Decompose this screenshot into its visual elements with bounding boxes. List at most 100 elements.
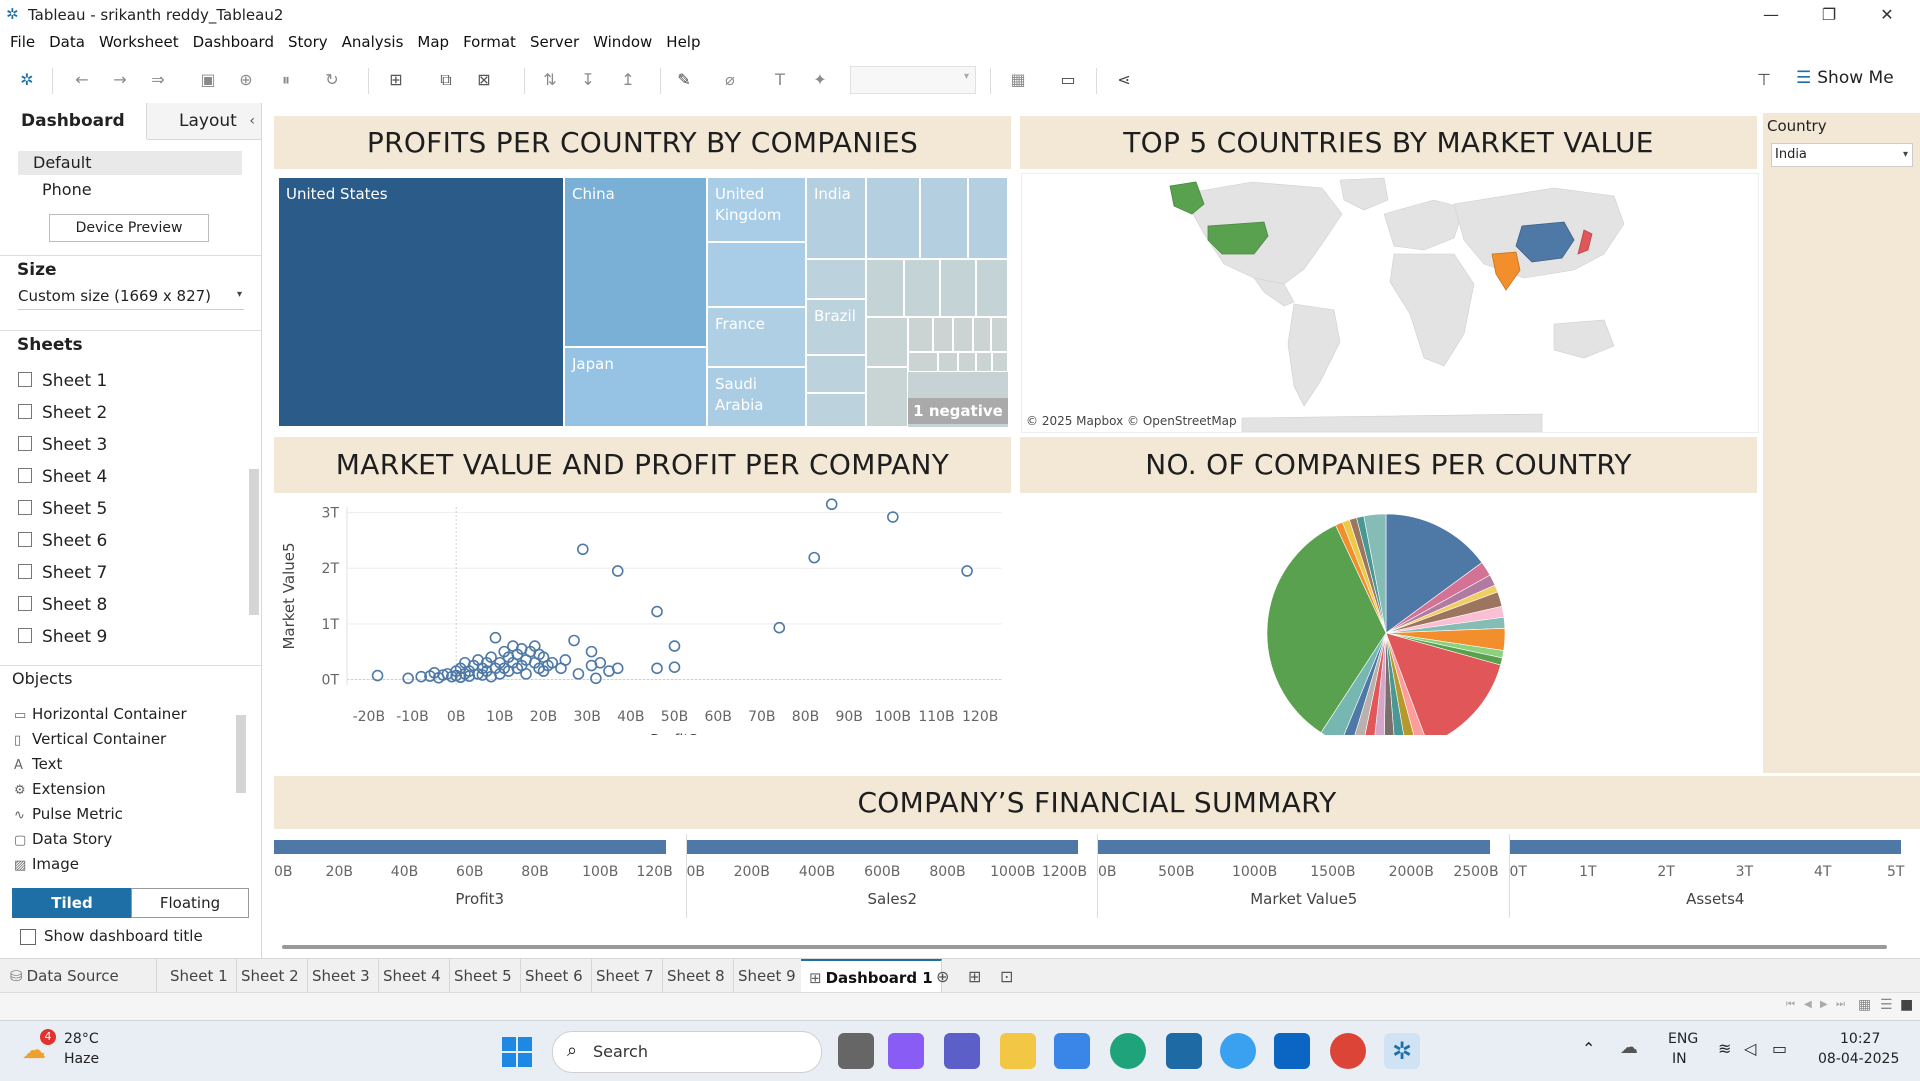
scatter-point[interactable] [560, 655, 570, 665]
tab-data-source[interactable]: ⛁Data Source [0, 959, 157, 993]
size-dropdown[interactable]: Custom size (1669 x 827)▾ [18, 287, 244, 310]
grid-view-icon[interactable]: ▦ [1858, 997, 1871, 1013]
task-view-icon[interactable] [838, 1033, 874, 1069]
menu-data[interactable]: Data [42, 29, 92, 56]
labels-icon[interactable]: T [770, 70, 790, 90]
treemap-cell[interactable] [806, 259, 866, 299]
scatter-point[interactable] [613, 566, 623, 576]
device-phone[interactable]: Phone [42, 180, 92, 199]
sheet-nav-first-icon[interactable]: ⏮ [1786, 999, 1795, 1010]
treemap-cell[interactable] [866, 259, 904, 317]
tab-sheet-6[interactable]: Sheet 6 [517, 959, 592, 993]
object-pulse-metric[interactable]: ∿Pulse Metric [14, 805, 123, 830]
store-icon[interactable] [1054, 1033, 1090, 1069]
object-data-story[interactable]: ▢Data Story [14, 830, 112, 855]
summary-bar[interactable] [1510, 840, 1902, 854]
menu-server[interactable]: Server [523, 29, 586, 56]
treemap-cell[interactable] [976, 352, 992, 372]
collapse-icon[interactable]: ‹ [249, 103, 255, 139]
treemap-cell[interactable] [866, 177, 920, 259]
linkedin-icon[interactable] [1274, 1033, 1310, 1069]
new-story-icon[interactable]: ⊡ [1000, 967, 1013, 986]
sheet-item[interactable]: Sheet 7 [18, 563, 107, 595]
sort-ascending-icon[interactable]: ↧ [578, 70, 598, 90]
device-default[interactable]: Default [18, 151, 242, 175]
objects-scrollbar[interactable] [236, 715, 246, 793]
sheets-scrollbar[interactable] [249, 469, 259, 615]
scatter-point[interactable] [670, 641, 680, 651]
menu-story[interactable]: Story [281, 29, 335, 56]
menu-file[interactable]: File [0, 29, 42, 56]
highlight-icon[interactable]: ✎ [674, 70, 694, 90]
duplicate-sheet-icon[interactable]: ⧉ [436, 70, 456, 90]
sheet-item[interactable]: Sheet 9 [18, 627, 107, 659]
treemap-cell[interactable] [806, 393, 866, 427]
new-datasource-icon[interactable]: ⊕ [236, 70, 256, 90]
tiled-button[interactable]: Tiled [12, 888, 132, 918]
sheet-item[interactable]: Sheet 6 [18, 531, 107, 563]
file-explorer-icon[interactable] [1000, 1033, 1036, 1069]
edge-icon[interactable] [1110, 1033, 1146, 1069]
show-me-button[interactable]: ☰Show Me [1796, 68, 1894, 92]
treemap-cell-china[interactable]: China [564, 177, 707, 347]
scatter-point[interactable] [670, 662, 680, 672]
tab-view-icon[interactable]: ■ [1900, 997, 1913, 1013]
tab-sheet-5[interactable]: Sheet 5 [446, 959, 521, 993]
treemap-cell-uk[interactable]: United Kingdom [707, 177, 806, 242]
treemap-cell[interactable] [953, 317, 973, 352]
canvas-scrollbar[interactable] [282, 945, 1887, 949]
treemap-cell[interactable] [707, 242, 806, 307]
object-text[interactable]: AText [14, 755, 62, 780]
wifi-icon[interactable]: ≋ [1718, 1039, 1731, 1058]
treemap-cell[interactable] [976, 259, 1008, 317]
clear-sheet-icon[interactable]: ⊠ [474, 70, 494, 90]
copilot-icon[interactable] [888, 1033, 924, 1069]
scatter-point[interactable] [888, 512, 898, 522]
object-horizontal-container[interactable]: ▭Horizontal Container [14, 705, 187, 730]
treemap-cell[interactable] [933, 317, 953, 352]
treemap-cell[interactable] [940, 259, 976, 317]
show-cards-icon[interactable]: ▦ [1008, 70, 1028, 90]
treemap-cell-us[interactable]: United States [278, 177, 564, 427]
presentation-icon[interactable]: ▭ [1058, 70, 1078, 90]
battery-icon[interactable]: ▭ [1772, 1039, 1787, 1058]
treemap-negative-badge[interactable]: 1 negative [908, 398, 1008, 424]
group-icon[interactable]: ⌀ [720, 70, 740, 90]
sheet-item[interactable]: Sheet 3 [18, 435, 107, 467]
scatter-point[interactable] [652, 607, 662, 617]
windows-start-icon[interactable] [502, 1037, 532, 1067]
sheet-nav-last-icon[interactable]: ⏭ [1836, 999, 1845, 1010]
sheet-item[interactable]: Sheet 1 [18, 371, 107, 403]
clock-time[interactable]: 10:27 [1840, 1031, 1880, 1047]
show-title-checkbox[interactable] [20, 929, 36, 945]
treemap-cell-france[interactable]: France [707, 307, 806, 367]
menu-analysis[interactable]: Analysis [335, 29, 411, 56]
treemap-cell[interactable] [908, 317, 933, 352]
mysql-icon[interactable] [1166, 1033, 1202, 1069]
tab-sheet-3[interactable]: Sheet 3 [304, 959, 379, 993]
treemap-cell-saudi[interactable]: Saudi Arabia [707, 367, 806, 427]
new-dashboard-icon[interactable]: ⊞ [968, 967, 981, 986]
tableau-home-icon[interactable]: ✲ [17, 70, 37, 90]
fit-dropdown[interactable]: ▾ [850, 66, 976, 94]
tab-sheet-7[interactable]: Sheet 7 [588, 959, 663, 993]
new-worksheet-icon[interactable]: ⊕ [936, 967, 949, 986]
treemap-cell-japan[interactable]: Japan [564, 347, 707, 427]
treemap-cell[interactable] [866, 317, 908, 367]
tab-dashboard[interactable]: Dashboard [0, 103, 147, 139]
treemap-cell-india[interactable]: India [806, 177, 866, 259]
menu-worksheet[interactable]: Worksheet [92, 29, 186, 56]
tab-dashboard-1[interactable]: ⊞Dashboard 1 [801, 959, 942, 993]
chrome-icon[interactable] [1330, 1033, 1366, 1069]
menu-help[interactable]: Help [659, 29, 707, 56]
minimize-button[interactable]: — [1742, 0, 1800, 29]
scatter-chart[interactable]: 0T1T2T3T-20B-10B0B10B20B30B40B50B60B70B8… [272, 495, 1017, 735]
undo-icon[interactable]: ← [72, 70, 92, 90]
sort-descending-icon[interactable]: ↥ [618, 70, 638, 90]
replay-icon[interactable]: ⇒ [148, 70, 168, 90]
treemap-cell[interactable] [806, 355, 866, 393]
tab-sheet-8[interactable]: Sheet 8 [659, 959, 734, 993]
tableau-taskbar-icon[interactable]: ✲ [1384, 1033, 1420, 1069]
scatter-point[interactable] [827, 499, 837, 509]
tab-sheet-9[interactable]: Sheet 9 [730, 959, 805, 993]
